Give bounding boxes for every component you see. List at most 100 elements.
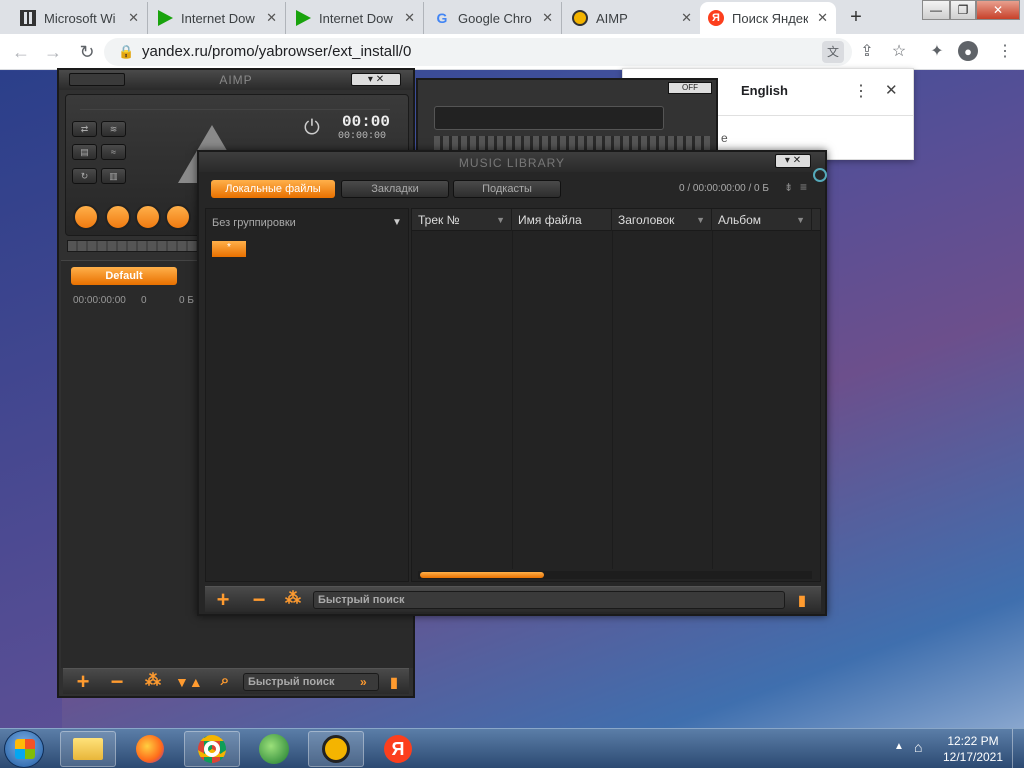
- close-tab-icon[interactable]: ✕: [404, 10, 415, 26]
- bars-icon[interactable]: ▥: [101, 167, 126, 184]
- filter-icon[interactable]: ▼: [496, 209, 505, 231]
- library-quick-search-input[interactable]: Быстрый поиск: [313, 591, 785, 609]
- pause-button[interactable]: [105, 204, 131, 230]
- tab-podcasts[interactable]: Подкасты: [453, 180, 561, 198]
- add-icon[interactable]: +: [211, 589, 235, 611]
- menu-lines-icon[interactable]: ≡: [800, 180, 807, 194]
- star-bookmark-icon[interactable]: ☆: [888, 41, 910, 63]
- previous-button[interactable]: [165, 204, 191, 230]
- close-tab-icon[interactable]: ✕: [681, 10, 692, 26]
- taskbar-idm[interactable]: [246, 731, 302, 767]
- close-tab-icon[interactable]: ✕: [128, 10, 139, 26]
- equalizer-icon[interactable]: ≋: [101, 121, 126, 137]
- new-tab-button[interactable]: +: [844, 6, 868, 30]
- scrollbar-thumb[interactable]: [420, 572, 544, 578]
- aimp-title-bar[interactable]: AIMP ▾ ✕: [59, 70, 413, 90]
- close-tab-icon[interactable]: ✕: [817, 10, 828, 26]
- stop-button[interactable]: [135, 204, 161, 230]
- power-icon[interactable]: ⏻: [304, 117, 320, 140]
- library-title: MUSIC LIBRARY: [458, 156, 566, 170]
- translate-icon[interactable]: 文: [822, 41, 844, 63]
- tab-label: AIMP: [596, 10, 628, 26]
- forward-arrow-icon[interactable]: →: [42, 42, 64, 63]
- taskbar-explorer[interactable]: [60, 731, 116, 767]
- chevron-down-icon[interactable]: ▼: [392, 217, 402, 228]
- remove-icon[interactable]: −: [247, 589, 271, 611]
- remove-icon[interactable]: −: [105, 671, 129, 693]
- extensions-puzzle-icon[interactable]: ✦: [926, 41, 948, 63]
- column-file-name[interactable]: Имя файла: [512, 209, 612, 231]
- dots-icon[interactable]: ⁂: [141, 670, 165, 692]
- show-hidden-icons[interactable]: ▲: [894, 741, 904, 752]
- tab-local-files[interactable]: Локальные файлы: [211, 180, 335, 198]
- equalizer-off-button[interactable]: OFF: [668, 82, 712, 94]
- taskbar-yandex[interactable]: Я: [370, 731, 426, 767]
- file-icon[interactable]: ▮: [385, 671, 403, 693]
- idm-play-icon: [296, 10, 311, 26]
- aimp-menu-buttons[interactable]: [69, 73, 125, 86]
- close-tab-icon[interactable]: ✕: [266, 10, 277, 26]
- show-desktop-button[interactable]: [1012, 729, 1024, 768]
- filter-icon[interactable]: ▼: [796, 209, 805, 231]
- tab-microsoft[interactable]: Microsoft Wi ✕: [12, 2, 148, 34]
- reload-icon[interactable]: ↻: [76, 42, 98, 63]
- close-popup-icon[interactable]: ✕: [885, 81, 898, 99]
- lock-icon: 🔒: [118, 44, 135, 59]
- pin-icon[interactable]: ⇟: [784, 181, 793, 194]
- column-album[interactable]: Альбом ▼: [712, 209, 812, 231]
- back-arrow-icon[interactable]: ←: [10, 42, 32, 63]
- wave-icon[interactable]: ≈: [101, 144, 126, 161]
- tab-yandex-search[interactable]: Я Поиск Яндек ✕: [700, 2, 836, 34]
- tree-item-all[interactable]: *: [212, 241, 246, 257]
- profile-avatar-icon[interactable]: ●: [958, 41, 978, 61]
- aimp-window-controls[interactable]: ▾ ✕: [351, 73, 401, 86]
- clock-date[interactable]: 12/17/2021: [942, 750, 1004, 764]
- library-title-bar[interactable]: MUSIC LIBRARY ▾ ✕: [199, 152, 825, 172]
- tab-aimp[interactable]: AIMP ✕: [564, 2, 700, 34]
- popup-text: e: [721, 131, 728, 145]
- play-button[interactable]: [73, 204, 99, 230]
- start-button[interactable]: [4, 730, 44, 768]
- restore-button[interactable]: ❐: [950, 0, 976, 20]
- search-icon[interactable]: ⌕: [213, 670, 237, 692]
- equalizer-preset-bar[interactable]: [434, 106, 664, 130]
- search-go-icon[interactable]: »: [360, 675, 367, 689]
- taskbar-aimp[interactable]: [308, 731, 364, 767]
- more-options-icon[interactable]: ⋮: [853, 81, 869, 101]
- volume-slider[interactable]: [67, 240, 201, 252]
- sort-icon[interactable]: ▼▲: [175, 671, 203, 693]
- library-table: Трек № ▼ Имя файла Заголовок ▼ Альбом ▼: [411, 208, 821, 582]
- taskbar-firefox[interactable]: [122, 731, 178, 767]
- tab-internet-download-1[interactable]: Internet Dow ✕: [150, 2, 286, 34]
- close-tab-icon[interactable]: ✕: [542, 10, 553, 26]
- equalizer-bands[interactable]: [434, 136, 710, 150]
- horizontal-scrollbar[interactable]: [418, 571, 812, 579]
- shuffle-icon[interactable]: ↻: [72, 167, 97, 184]
- language-option[interactable]: English: [741, 83, 788, 98]
- url-text[interactable]: yandex.ru/promo/yabrowser/ext_install/0: [142, 43, 411, 60]
- file-icon[interactable]: ▮: [793, 589, 811, 611]
- repeat-icon[interactable]: ⇄: [72, 121, 97, 137]
- tab-label: Microsoft Wi: [44, 10, 116, 26]
- menu-dots-icon[interactable]: ⋮: [994, 41, 1016, 63]
- column-title[interactable]: Заголовок ▼: [612, 209, 712, 231]
- close-window-button[interactable]: ✕: [976, 0, 1020, 20]
- tab-internet-download-2[interactable]: Internet Dow ✕: [288, 2, 424, 34]
- playlist-tab-default[interactable]: Default: [71, 267, 177, 285]
- add-icon[interactable]: +: [71, 671, 95, 693]
- quick-search-input[interactable]: Быстрый поиск »: [243, 673, 379, 691]
- tab-google-chrome[interactable]: G Google Chro ✕: [426, 2, 562, 34]
- dots-icon[interactable]: ⁂: [281, 588, 305, 610]
- tab-bookmarks[interactable]: Закладки: [341, 180, 449, 198]
- minimize-button[interactable]: —: [922, 0, 950, 20]
- share-icon[interactable]: ⇪: [856, 41, 878, 63]
- grouping-select[interactable]: Без группировки: [212, 217, 296, 229]
- column-track-number[interactable]: Трек № ▼: [412, 209, 512, 231]
- library-icon[interactable]: ▤: [72, 144, 97, 161]
- library-window-controls[interactable]: ▾ ✕: [775, 154, 811, 168]
- filter-icon[interactable]: ▼: [696, 209, 705, 231]
- equalizer-window: OFF: [416, 78, 718, 158]
- network-icon[interactable]: ⌂: [914, 739, 922, 755]
- clock-time[interactable]: 12:22 PM: [946, 734, 1000, 748]
- taskbar-chrome[interactable]: [184, 731, 240, 767]
